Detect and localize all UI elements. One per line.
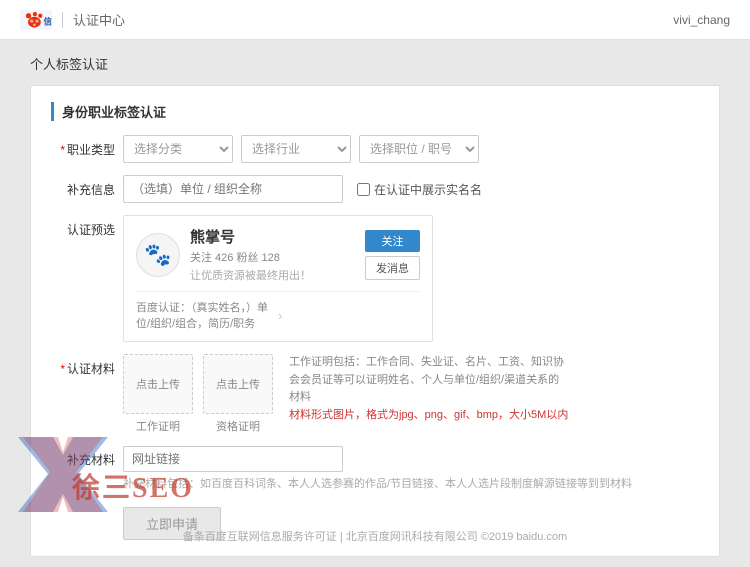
profile-buttons: 关注 发消息 [365, 230, 420, 280]
select-category[interactable]: 选择分类 [123, 135, 233, 163]
header-user: vivi_chang [673, 13, 730, 27]
header-title: 认证中心 [73, 10, 125, 29]
profile-desc: 让优质资源被最终用出！ [190, 267, 357, 283]
baidu-logo-icon: 信 [20, 9, 52, 31]
svg-text:信: 信 [43, 16, 52, 26]
baidu-cert-text: 百度认证：（真实姓名，）单位/组织/组合，简历/职务 [136, 299, 278, 331]
extra-info-label: 补充信息 [51, 181, 115, 198]
upload-caption-1: 工作证明 [136, 418, 180, 434]
upload-text-1: 点击上传 [136, 376, 180, 392]
form-card: 身份职业标签认证 职业类型 选择分类 选择行业 选择职位 / 职号 补充信息 [30, 85, 720, 557]
footer-text: 备条百度互联网信息服务许可证 | 北京百度网讯科技有限公司 ©2019 baid… [183, 531, 567, 543]
cert-tip-format: 材料形式图片，格式为jpg、png、gif、bmp，大小5M以内 [289, 409, 568, 421]
supp-content: 补充材料包括：如百度百科词条、本人人选参赛的作品/节目链接、本人人选片段制度解源… [123, 446, 699, 493]
profile-stats: 关注 426 粉丝 128 [190, 249, 357, 265]
show-realname-label[interactable]: 在认证中展示实名名 [357, 181, 482, 198]
cert-material-row: 认证材料 点击上传 工作证明 点击上传 资格证明 工作证明包括：工作合同、失业证… [51, 354, 699, 434]
verify-preview-label: 认证预选 [51, 215, 115, 238]
baidu-logo: 信 [20, 9, 52, 31]
profile-top: 🐾 熊掌号 关注 426 粉丝 128 让优质资源被最终用出！ 关注 发消息 [136, 226, 420, 283]
header-left: 信 认证中心 [20, 9, 125, 31]
section-title: 身份职业标签认证 [51, 102, 699, 121]
supp-material-row: 补充材料 补充材料包括：如百度百科词条、本人人选参赛的作品/节目链接、本人人选片… [51, 446, 699, 493]
extra-info-input[interactable] [123, 175, 343, 203]
cert-material-label: 认证材料 [51, 354, 115, 377]
job-type-row: 职业类型 选择分类 选择行业 选择职位 / 职号 [51, 135, 699, 163]
follow-button[interactable]: 关注 [365, 230, 420, 252]
upload-text-2: 点击上传 [216, 376, 260, 392]
avatar: 🐾 [136, 233, 180, 277]
profile-card: 🐾 熊掌号 关注 426 粉丝 128 让优质资源被最终用出！ 关注 发消息 百… [123, 215, 433, 342]
profile-name: 熊掌号 [190, 226, 357, 247]
job-type-selects: 选择分类 选择行业 选择职位 / 职号 [123, 135, 699, 163]
footer: 备条百度互联网信息服务许可证 | 北京百度网讯科技有限公司 ©2019 baid… [0, 520, 750, 548]
message-button[interactable]: 发消息 [365, 256, 420, 280]
show-realname-checkbox[interactable] [357, 183, 370, 196]
upload-button-1[interactable]: 点击上传 [123, 354, 193, 414]
chevron-right-icon: › [278, 308, 420, 323]
baidu-cert-row[interactable]: 百度认证：（真实姓名，）单位/组织/组合，简历/职务 › [136, 291, 420, 331]
header-divider [62, 12, 63, 28]
select-industry[interactable]: 选择行业 [241, 135, 351, 163]
supp-material-label: 补充材料 [51, 446, 115, 468]
cert-tip: 工作证明包括：工作合同、失业证、名片、工资、知识协会会员证等可以证明姓名、个人与… [289, 354, 569, 424]
job-type-label: 职业类型 [51, 141, 115, 158]
header: 信 认证中心 vivi_chang [0, 0, 750, 40]
upload-box-2: 点击上传 资格证明 [203, 354, 273, 434]
breadcrumb: 个人标签认证 [30, 54, 720, 73]
verify-preview-row: 认证预选 🐾 熊掌号 关注 426 粉丝 128 让优质资源被最终用出！ 关注 … [51, 215, 699, 342]
cert-uploads: 点击上传 工作证明 点击上传 资格证明 [123, 354, 273, 434]
extra-info-row: 补充信息 在认证中展示实名名 [51, 175, 699, 203]
upload-caption-2: 资格证明 [216, 418, 260, 434]
upload-box-1: 点击上传 工作证明 [123, 354, 193, 434]
supp-input[interactable] [123, 446, 343, 472]
upload-button-2[interactable]: 点击上传 [203, 354, 273, 414]
select-position[interactable]: 选择职位 / 职号 [359, 135, 479, 163]
main-content: 个人标签认证 身份职业标签认证 职业类型 选择分类 选择行业 选择职位 / 职号… [0, 40, 750, 567]
profile-info: 熊掌号 关注 426 粉丝 128 让优质资源被最终用出！ [190, 226, 357, 283]
supp-tip: 补充材料包括：如百度百科词条、本人人选参赛的作品/节目链接、本人人选片段制度解源… [123, 476, 699, 493]
